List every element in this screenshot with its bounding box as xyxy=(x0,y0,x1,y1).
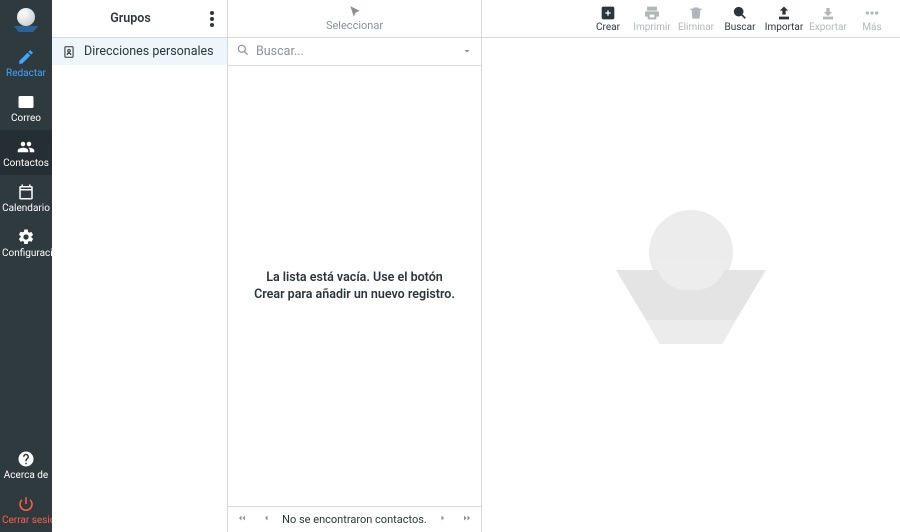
groups-column: Grupos Direcciones personales xyxy=(52,0,228,532)
delete-label: Eliminar xyxy=(678,22,714,33)
delete-button: Eliminar xyxy=(674,0,718,37)
group-item-label: Direcciones personales xyxy=(84,44,214,59)
contacts-empty-state: La lista está vacía. Use el botón Crear … xyxy=(228,66,481,506)
nav-contacts[interactable]: Contactos xyxy=(0,130,52,175)
print-icon xyxy=(644,5,660,21)
groups-title: Grupos xyxy=(58,11,203,26)
search-input[interactable] xyxy=(256,44,455,59)
app-logo xyxy=(0,0,52,40)
pager-next[interactable] xyxy=(435,512,451,528)
pager-first[interactable] xyxy=(234,512,250,528)
trash-icon xyxy=(688,5,704,21)
question-icon xyxy=(17,450,35,468)
groups-menu-button[interactable] xyxy=(203,10,221,28)
groups-list: Direcciones personales xyxy=(52,38,227,532)
search-icon xyxy=(732,5,748,21)
chevrons-left-icon xyxy=(236,512,248,524)
chevron-down-icon xyxy=(461,45,473,57)
nav-contacts-label: Contactos xyxy=(0,158,52,169)
pager-status: No se encontraron contactos. xyxy=(282,513,427,526)
create-button[interactable]: Crear xyxy=(586,0,630,37)
nav-calendar-label: Calendario xyxy=(0,203,52,214)
group-item-personal[interactable]: Direcciones personales xyxy=(52,38,227,65)
download-icon xyxy=(820,5,836,21)
contacts-list-column: Seleccionar La lista está vacía. Use el … xyxy=(228,0,482,532)
export-button: Exportar xyxy=(806,0,850,37)
contacts-icon xyxy=(17,138,35,156)
chevron-right-icon xyxy=(437,512,449,524)
nav-calendar[interactable]: Calendario xyxy=(0,175,52,220)
nav-logout[interactable]: Cerrar sesión xyxy=(0,487,52,532)
search-bar xyxy=(228,38,481,66)
task-menu: Redactar Correo Contactos Calendario Con… xyxy=(0,0,52,532)
pager-last[interactable] xyxy=(459,512,475,528)
nav-logout-label: Cerrar sesión xyxy=(0,515,52,526)
contact-preview-column: Crear Imprimir Eliminar Buscar Importar … xyxy=(482,0,900,532)
search-button[interactable]: Buscar xyxy=(718,0,762,37)
create-label: Crear xyxy=(596,22,620,33)
gear-icon xyxy=(17,228,35,246)
more-button: Más xyxy=(850,0,894,37)
main-toolbar: Crear Imprimir Eliminar Buscar Importar … xyxy=(482,0,900,38)
mail-icon xyxy=(17,93,35,111)
contact-canvas xyxy=(482,38,900,532)
contacts-empty-message: La lista está vacía. Use el botón Crear … xyxy=(252,269,457,304)
export-label: Exportar xyxy=(809,22,847,33)
import-label: Importar xyxy=(765,22,804,33)
search-icon xyxy=(236,42,250,61)
nav-mail[interactable]: Correo xyxy=(0,85,52,130)
plus-square-icon xyxy=(600,5,616,21)
app-logo-icon xyxy=(14,8,38,32)
addressbook-icon xyxy=(62,45,76,59)
cursor-icon xyxy=(348,5,362,19)
pager: No se encontraron contactos. xyxy=(228,506,481,532)
compose-icon xyxy=(17,48,35,66)
chevron-left-icon xyxy=(260,512,272,524)
pager-prev[interactable] xyxy=(258,512,274,528)
print-label: Imprimir xyxy=(633,22,671,33)
nav-mail-label: Correo xyxy=(0,113,52,124)
nav-settings-label: Configuraci... xyxy=(0,248,52,259)
calendar-icon xyxy=(17,183,35,201)
upload-icon xyxy=(776,5,792,21)
compose-button[interactable]: Redactar xyxy=(0,40,52,85)
chevrons-right-icon xyxy=(461,512,473,524)
groups-header: Grupos xyxy=(52,0,227,38)
nav-settings[interactable]: Configuraci... xyxy=(0,220,52,265)
nav-about[interactable]: Acerca de xyxy=(0,442,52,487)
power-icon xyxy=(17,495,35,513)
compose-label: Redactar xyxy=(0,68,52,79)
import-button[interactable]: Importar xyxy=(762,0,806,37)
more-label: Más xyxy=(862,22,881,33)
search-label: Buscar xyxy=(725,22,756,33)
watermark-icon xyxy=(616,210,766,360)
search-options-button[interactable] xyxy=(461,42,473,61)
select-label: Seleccionar xyxy=(326,19,383,32)
print-button: Imprimir xyxy=(630,0,674,37)
more-icon xyxy=(864,5,880,21)
select-toolbar[interactable]: Seleccionar xyxy=(228,0,481,38)
nav-about-label: Acerca de xyxy=(0,470,52,481)
kebab-icon xyxy=(210,11,214,27)
